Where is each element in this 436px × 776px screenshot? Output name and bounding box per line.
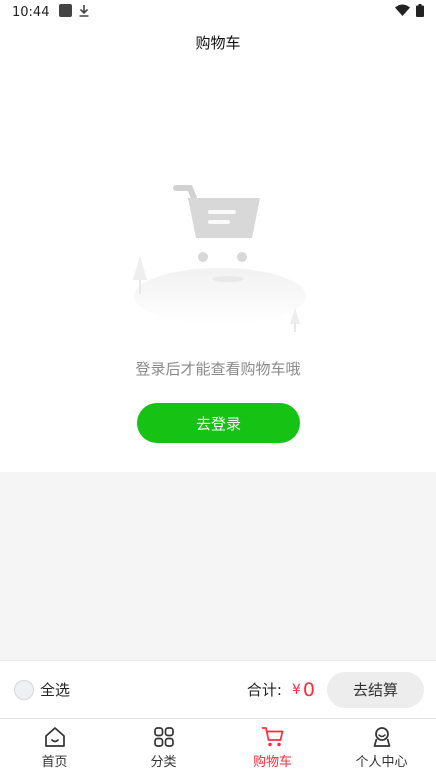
empty-cart-message: 登录后才能查看购物车哦 [135, 360, 301, 378]
empty-cart-illustration [133, 185, 306, 332]
wifi-icon [395, 4, 410, 20]
select-all-checkbox[interactable] [14, 679, 34, 700]
tab-home[interactable]: 首页 [0, 719, 109, 776]
status-time: 10:44 [12, 4, 50, 20]
home-icon [44, 727, 65, 747]
bottom-tab-bar: 首页 分类 购物车 个人中心 [0, 718, 436, 776]
category-icon [153, 727, 174, 747]
tab-cart-label: 购物车 [252, 755, 292, 770]
empty-cart-panel: 登录后才能查看购物车哦 去登录 [0, 60, 436, 472]
user-icon [373, 727, 390, 747]
tab-profile[interactable]: 个人中心 [327, 719, 436, 776]
total-currency: ¥ [291, 681, 301, 698]
checkout-button[interactable]: 去结算 [327, 671, 424, 708]
tab-cart[interactable]: 购物车 [218, 719, 327, 776]
total-amount: 0 [302, 678, 315, 701]
app-notification-icon [59, 3, 73, 21]
login-button[interactable]: 去登录 [137, 403, 300, 443]
download-icon [78, 4, 90, 21]
page-title: 购物车 [195, 33, 241, 52]
select-all-label[interactable]: 全选 [40, 679, 70, 700]
tab-category[interactable]: 分类 [109, 719, 218, 776]
total-label: 合计: [246, 681, 282, 699]
status-bar: 10:44 [0, 0, 436, 24]
tab-profile-label: 个人中心 [355, 755, 408, 770]
cart-summary-bar: 全选 合计: ¥ 0 去结算 [0, 660, 436, 718]
tab-category-label: 分类 [150, 755, 177, 770]
battery-icon [416, 3, 424, 21]
page-header: 购物车 [0, 24, 436, 60]
app-screen: 10:44 购物车 登录后才能查看购物车哦 去登录 全选 合计: ¥ 0 去结算… [0, 0, 436, 776]
tab-home-label: 首页 [41, 755, 68, 770]
cart-icon [261, 727, 283, 747]
